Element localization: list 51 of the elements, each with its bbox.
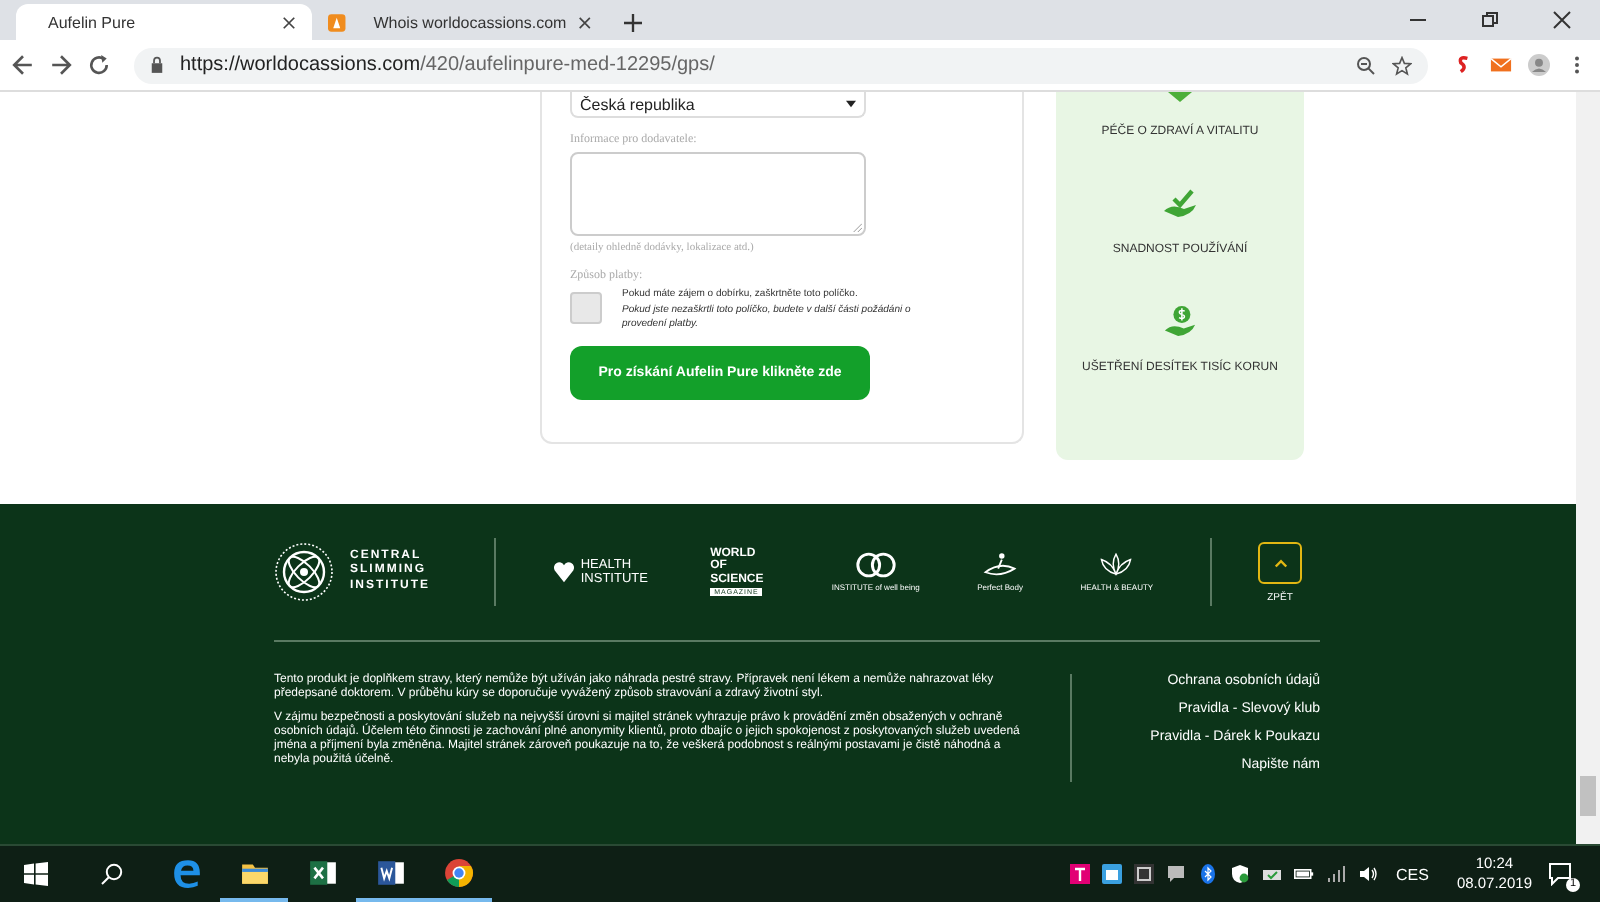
lock-icon xyxy=(150,56,164,74)
hand-coin-icon xyxy=(1160,304,1200,338)
browser-icon xyxy=(443,857,473,887)
back-arrow-icon[interactable] xyxy=(12,54,34,76)
url-field[interactable]: https://worldocassions.com/420/aufelinpure-med-12295/gps/ xyxy=(134,47,1428,83)
app-tile-icon[interactable] xyxy=(1070,864,1090,884)
globe-seal-icon xyxy=(274,542,334,602)
battery-icon[interactable] xyxy=(1294,864,1314,884)
close-icon[interactable] xyxy=(1552,10,1572,30)
caret-icon xyxy=(846,100,856,108)
triangle-icon xyxy=(1168,92,1192,102)
speaker-icon[interactable] xyxy=(1358,864,1378,884)
cash-on-delivery-checkbox[interactable] xyxy=(570,292,602,324)
star-icon[interactable] xyxy=(1392,55,1412,75)
figure-icon xyxy=(980,552,1021,578)
scrollbar-thumb[interactable] xyxy=(1580,776,1596,816)
zoom-out-icon[interactable] xyxy=(1356,55,1376,75)
country-select[interactable]: Česká republika xyxy=(570,92,866,118)
new-tab-icon[interactable] xyxy=(624,14,642,32)
restore-icon[interactable] xyxy=(1480,10,1500,30)
rings-icon xyxy=(855,552,896,578)
message-icon xyxy=(1548,862,1572,886)
scrollbar[interactable] xyxy=(1576,92,1600,844)
windows-start-icon[interactable] xyxy=(24,862,48,886)
heart-icon xyxy=(552,560,577,584)
drive-icon[interactable] xyxy=(1262,864,1282,884)
calendar-app-icon[interactable] xyxy=(1102,864,1122,884)
resize-grip-icon xyxy=(852,222,862,232)
signal-icon[interactable] xyxy=(1326,864,1346,884)
chat-icon[interactable] xyxy=(1166,864,1186,884)
reload-icon[interactable] xyxy=(88,54,110,76)
delivery-info-field[interactable] xyxy=(570,152,866,236)
edge-icon xyxy=(171,857,201,887)
bluetooth-icon[interactable] xyxy=(1198,864,1218,884)
input-language[interactable]: CES xyxy=(1396,865,1429,883)
hand-check-icon xyxy=(1160,186,1200,220)
forward-arrow-icon[interactable] xyxy=(50,54,72,76)
browser-tab[interactable]: Whois worldocassions.com xyxy=(312,4,608,40)
spreadsheet-icon xyxy=(307,857,337,887)
scroll-to-top-button[interactable] xyxy=(1258,541,1302,583)
close-icon[interactable] xyxy=(578,15,592,29)
close-icon[interactable] xyxy=(282,15,296,29)
profile-icon[interactable] xyxy=(1528,54,1550,76)
tray-app-icon[interactable] xyxy=(1134,864,1154,884)
browser-tab[interactable]: Aufelin Pure xyxy=(16,4,312,40)
document-icon xyxy=(375,857,405,887)
shield-icon[interactable] xyxy=(1230,864,1250,884)
search-icon[interactable] xyxy=(100,862,124,886)
lotus-icon xyxy=(1096,552,1137,578)
caret-up-icon xyxy=(1273,557,1287,567)
mail-icon[interactable] xyxy=(1490,54,1512,76)
